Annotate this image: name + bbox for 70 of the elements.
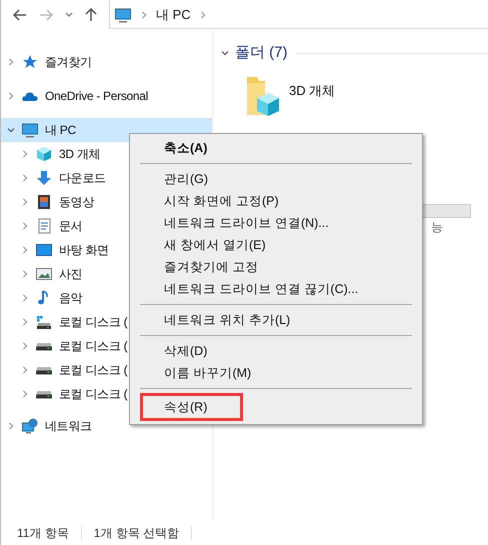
- sidebar-label: 즐겨찾기: [45, 54, 92, 71]
- collapse-icon[interactable]: [7, 126, 15, 134]
- sidebar-item[interactable]: 즐겨찾기: [1, 50, 212, 74]
- drive-icon: [35, 390, 53, 398]
- drive-icon: [35, 342, 53, 350]
- star-icon: [21, 53, 39, 71]
- network-icon: [21, 417, 39, 435]
- cube-icon: [35, 145, 53, 163]
- sidebar-label: 다운로드: [59, 170, 106, 187]
- monitor-icon: [21, 121, 39, 139]
- menu-item[interactable]: 새 창에서 열기(E): [140, 234, 412, 256]
- sidebar-label: 동영상: [59, 194, 94, 211]
- drive-icon: [35, 366, 53, 374]
- sidebar-label: 문서: [59, 218, 82, 235]
- up-arrow-icon[interactable]: [85, 8, 97, 22]
- dropdown-icon[interactable]: [65, 12, 73, 18]
- sidebar-label: 로컬 디스크 (: [59, 362, 128, 379]
- expand-icon[interactable]: [21, 150, 29, 158]
- collapse-icon[interactable]: [221, 49, 229, 58]
- sidebar-label: 로컬 디스크 (: [59, 386, 128, 403]
- menu-item[interactable]: 네트워크 위치 추가(L): [140, 309, 412, 331]
- expand-icon[interactable]: [21, 318, 29, 326]
- expand-icon[interactable]: [21, 174, 29, 182]
- film-icon: [35, 193, 53, 211]
- sidebar-label: 3D 개체: [59, 146, 100, 163]
- desktop-icon: [35, 241, 53, 259]
- group-header[interactable]: 폴더 (7): [221, 42, 288, 64]
- drive-icon: [35, 313, 53, 331]
- expand-icon[interactable]: [21, 270, 29, 278]
- menu-item[interactable]: 삭제(D): [140, 340, 412, 362]
- folder-label: 3D 개체: [289, 82, 336, 100]
- folder-cube-icon: [245, 74, 281, 118]
- chevron-icon[interactable]: [198, 10, 207, 18]
- expand-icon[interactable]: [21, 342, 29, 350]
- expand-icon[interactable]: [21, 390, 29, 398]
- folder-item[interactable]: 3D 개체: [245, 74, 385, 118]
- sidebar-label: 내 PC: [45, 122, 76, 139]
- expand-icon[interactable]: [21, 222, 29, 230]
- sidebar-label: OneDrive - Personal: [45, 88, 148, 105]
- back-arrow-icon[interactable]: [13, 9, 27, 21]
- sidebar-label: 네트워크: [45, 418, 92, 435]
- menu-item[interactable]: 네트워크 드라이브 연결 끊기(C)...: [140, 278, 412, 300]
- monitor-icon: [114, 6, 132, 24]
- status-text: 1개 항목 선택함: [94, 525, 180, 542]
- address-field[interactable]: 내 PC: [109, 1, 488, 29]
- image-icon: [35, 265, 53, 283]
- sidebar-label: 바탕 화면: [59, 242, 109, 259]
- status-text: 11개 항목: [17, 525, 69, 542]
- menu-item[interactable]: 시작 화면에 고정(P): [140, 190, 412, 212]
- chevron-icon[interactable]: [140, 10, 148, 18]
- menu-item[interactable]: 네트워크 드라이브 연결(N)...: [140, 212, 412, 234]
- expand-icon[interactable]: [7, 422, 15, 430]
- sidebar-label: 사진: [59, 266, 82, 283]
- expand-icon[interactable]: [21, 294, 29, 302]
- sidebar-item[interactable]: OneDrive - Personal: [1, 84, 212, 108]
- expand-icon[interactable]: [21, 366, 29, 374]
- expand-icon[interactable]: [21, 198, 29, 206]
- sidebar-label: 음악: [59, 290, 82, 307]
- drive-info-text: 능: [431, 218, 444, 236]
- breadcrumb[interactable]: 내 PC: [156, 4, 191, 24]
- menu-item[interactable]: 즐겨찾기에 고정: [140, 256, 412, 278]
- menu-item[interactable]: 이름 바꾸기(M): [140, 362, 412, 384]
- expand-icon[interactable]: [21, 246, 29, 254]
- sidebar-label: 로컬 디스크 (: [59, 338, 128, 355]
- expand-icon[interactable]: [7, 92, 15, 100]
- menu-item[interactable]: 관리(G): [140, 168, 412, 190]
- expand-icon[interactable]: [7, 58, 15, 66]
- sidebar-label: 로컬 디스크 (: [59, 314, 128, 331]
- forward-arrow-icon[interactable]: [39, 9, 53, 21]
- down-arrow-icon: [35, 169, 53, 187]
